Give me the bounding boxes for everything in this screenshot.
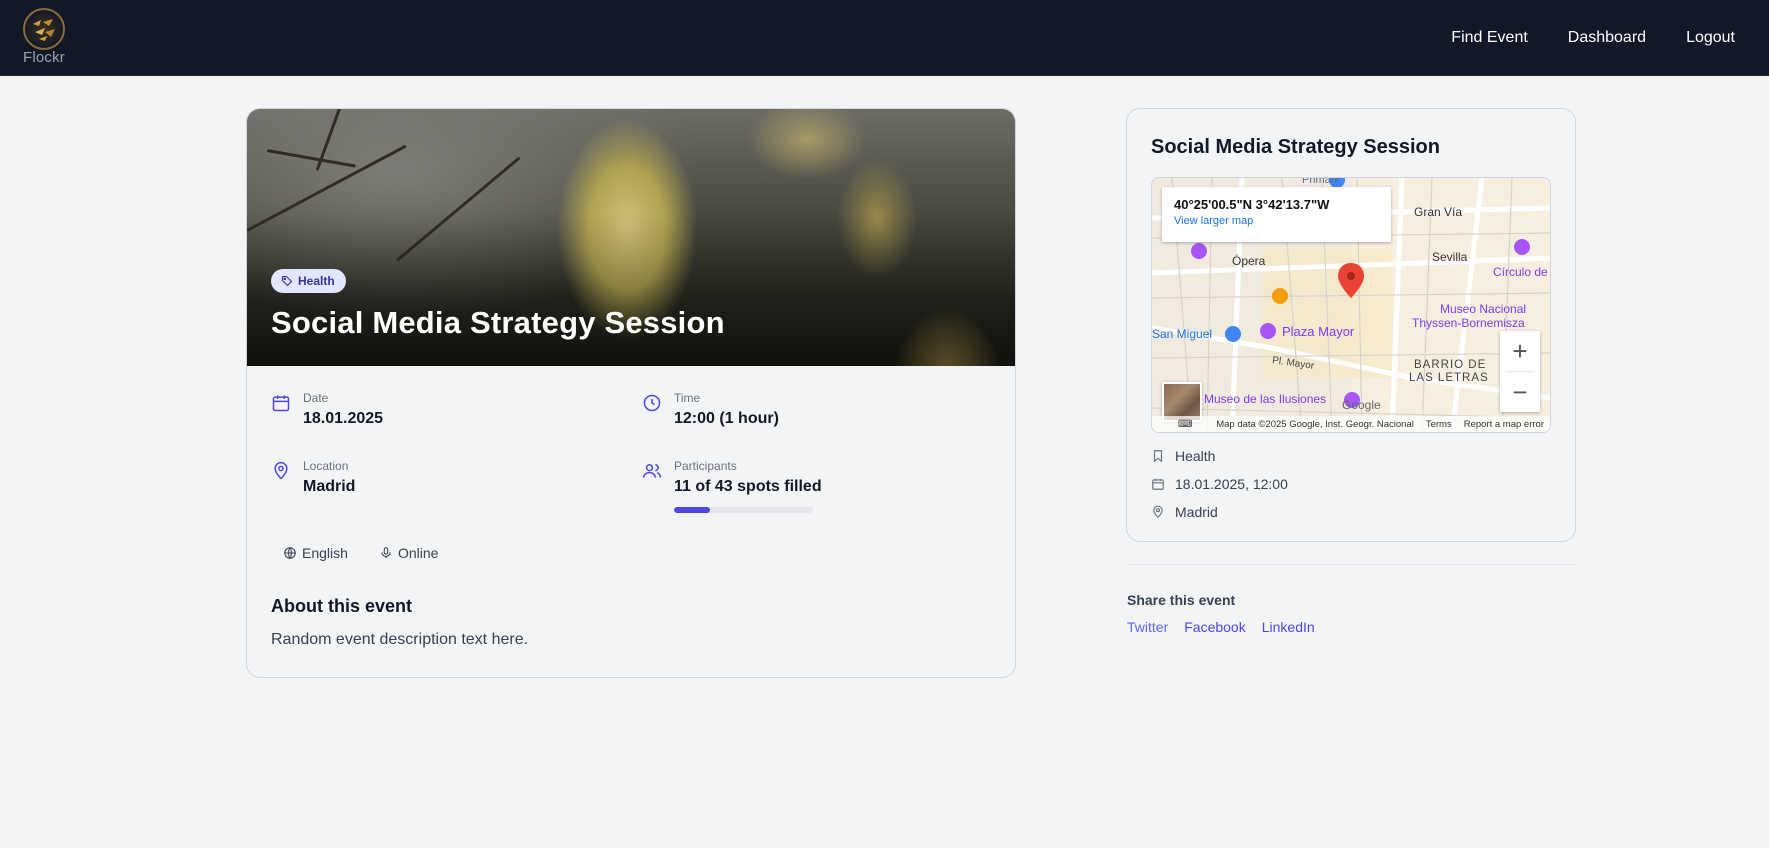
bookmark-icon bbox=[1153, 450, 1163, 463]
info-participants: Participants 11 of 43 spots filled bbox=[642, 459, 942, 519]
location-value: Madrid bbox=[303, 478, 356, 495]
map-label-circulo: Círculo de bbox=[1493, 265, 1548, 279]
map-footer: Map data ©2025 Google, Inst. Geogr. Naci… bbox=[1152, 416, 1550, 432]
about-text: Random event description text here. bbox=[271, 631, 529, 648]
category-badge-label: Health bbox=[298, 274, 335, 288]
logo-icon bbox=[23, 8, 65, 50]
map-coordinates: 40°25'00.5"N 3°42'13.7"W bbox=[1174, 197, 1330, 212]
event-hero-image: Health Social Media Strategy Session bbox=[247, 109, 1015, 366]
embedded-map[interactable]: Gran Vía Primark Ópera Sevilla Círculo d… bbox=[1151, 177, 1551, 433]
logo-text: Flockr bbox=[22, 49, 66, 66]
event-card: Health Social Media Strategy Session Dat… bbox=[246, 108, 1016, 678]
map-report-link[interactable]: Report a map error bbox=[1464, 419, 1544, 430]
participants-progress-bar bbox=[674, 507, 813, 513]
participants-label: Participants bbox=[674, 459, 737, 473]
view-larger-map-link[interactable]: View larger map bbox=[1174, 215, 1379, 227]
time-label: Time bbox=[674, 391, 701, 405]
share-divider bbox=[1126, 564, 1576, 565]
clock-icon bbox=[643, 394, 661, 412]
category-badge: Health bbox=[271, 269, 346, 293]
map-data-attribution: Map data ©2025 Google, Inst. Geogr. Naci… bbox=[1216, 418, 1414, 430]
participants-progress-fill bbox=[674, 507, 710, 513]
side-datetime-row: 18.01.2025, 12:00 bbox=[1151, 476, 1288, 492]
tag-icon bbox=[281, 275, 293, 287]
map-label-barrio: BARRIO DE bbox=[1414, 359, 1487, 371]
side-title: Social Media Strategy Session bbox=[1151, 136, 1440, 158]
about-title: About this event bbox=[271, 596, 413, 616]
google-logo: Google bbox=[1342, 398, 1381, 412]
calendar-icon bbox=[272, 395, 290, 412]
format-chip: Online bbox=[379, 545, 438, 561]
share-links: Twitter Facebook LinkedIn bbox=[1127, 619, 1315, 635]
map-label-museo-nacional: Museo Nacional bbox=[1440, 302, 1527, 316]
share-title: Share this event bbox=[1127, 592, 1236, 608]
info-location: Location Madrid bbox=[271, 459, 571, 499]
location-label: Location bbox=[303, 459, 349, 473]
map-label-museo-ilusiones: Museo de las Ilusiones bbox=[1204, 392, 1327, 406]
share-facebook-link[interactable]: Facebook bbox=[1184, 619, 1245, 635]
info-time: Time 12:00 (1 hour) bbox=[642, 391, 942, 431]
keyboard-icon[interactable]: ⌨ bbox=[1178, 419, 1192, 430]
nav-link-dashboard[interactable]: Dashboard bbox=[1568, 29, 1646, 47]
zoom-out-button[interactable]: − bbox=[1500, 372, 1540, 412]
side-datetime: 18.01.2025, 12:00 bbox=[1175, 476, 1288, 492]
map-label-primark: Primark bbox=[1302, 177, 1340, 186]
map-pin-icon bbox=[274, 461, 288, 480]
side-location: Madrid bbox=[1175, 504, 1218, 520]
event-title: Social Media Strategy Session bbox=[271, 305, 725, 340]
map-pin-icon bbox=[1153, 505, 1163, 519]
language-label: English bbox=[302, 545, 348, 561]
calendar-icon bbox=[1152, 478, 1164, 490]
users-icon bbox=[642, 464, 662, 478]
map-label-sevilla: Sevilla bbox=[1432, 250, 1468, 264]
date-value: 18.01.2025 bbox=[303, 410, 384, 427]
map-label-gran-via: Gran Vía bbox=[1414, 205, 1463, 219]
side-category: Health bbox=[1175, 448, 1216, 464]
nav-link-logout[interactable]: Logout bbox=[1686, 29, 1735, 47]
map-label-plaza-mayor: Plaza Mayor bbox=[1282, 324, 1355, 339]
top-navbar: Flockr Find Event Dashboard Logout bbox=[0, 0, 1769, 76]
map-label-opera: Ópera bbox=[1232, 254, 1266, 268]
share-linkedin-link[interactable]: LinkedIn bbox=[1262, 619, 1315, 635]
microphone-icon bbox=[381, 547, 391, 559]
map-info-popup: 40°25'00.5"N 3°42'13.7"W View larger map bbox=[1162, 187, 1391, 242]
nav-link-find-event[interactable]: Find Event bbox=[1451, 29, 1527, 47]
time-value: 12:00 (1 hour) bbox=[674, 410, 779, 427]
date-label: Date bbox=[303, 391, 329, 405]
map-zoom-controls: + − bbox=[1500, 331, 1540, 412]
side-location-row: Madrid bbox=[1151, 504, 1218, 520]
map-terms-link[interactable]: Terms bbox=[1426, 419, 1452, 430]
language-chip: English bbox=[283, 545, 348, 561]
zoom-in-button[interactable]: + bbox=[1500, 331, 1540, 371]
map-label-thyssen: Thyssen-Bornemisza bbox=[1412, 316, 1525, 330]
nav-links: Find Event Dashboard Logout bbox=[1411, 0, 1735, 76]
map-label-san-miguel: San Miguel bbox=[1152, 327, 1213, 341]
side-summary-card: Social Media Strategy Session Gran Vía P… bbox=[1126, 108, 1576, 542]
map-label-letras: LAS LETRAS bbox=[1409, 372, 1489, 384]
side-category-row: Health bbox=[1151, 448, 1215, 464]
globe-icon bbox=[284, 547, 296, 559]
participants-value: 11 of 43 spots filled bbox=[674, 478, 822, 495]
format-label: Online bbox=[398, 545, 439, 561]
info-date: Date 18.01.2025 bbox=[271, 391, 571, 431]
share-twitter-link[interactable]: Twitter bbox=[1127, 619, 1168, 635]
logo[interactable]: Flockr bbox=[18, 8, 70, 68]
